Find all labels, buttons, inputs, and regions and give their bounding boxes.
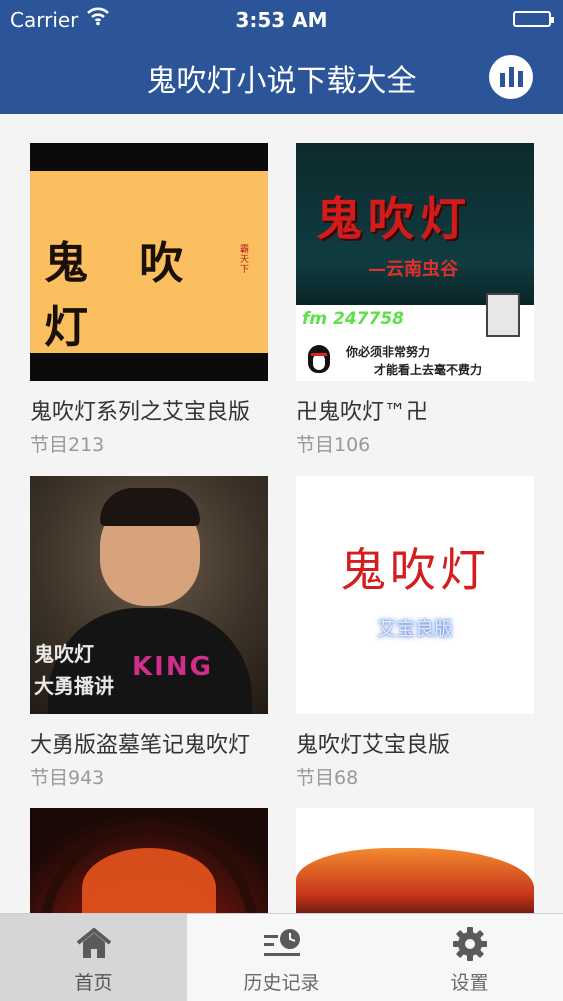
cover-figure-hair <box>100 488 200 526</box>
penguin-icon <box>308 345 330 373</box>
tab-settings[interactable]: 设置 <box>376 914 563 1001</box>
cover-caption-line: 大勇播讲 <box>34 674 114 698</box>
episode-count: 节目213 <box>30 434 105 456</box>
album-title: 鬼吹灯系列之艾宝良版 <box>30 400 251 425</box>
tab-history[interactable]: 历史记录 <box>187 914 376 1001</box>
shirt-text: KING <box>132 652 213 682</box>
album-title: 大勇版盗墓笔记鬼吹灯 <box>30 733 251 758</box>
tab-bar: 首页 历史记录 设置 <box>0 913 563 1001</box>
cover-seal: 霸天下 <box>240 245 250 275</box>
album-card[interactable] <box>30 808 268 913</box>
cover-subtitle: 艾宝良版 <box>376 618 453 640</box>
cover-band <box>30 143 268 171</box>
cover-note-line: 才能看上去毫不费力 <box>374 363 483 377</box>
equalizer-icon <box>499 73 505 87</box>
cover-title: 鬼 吹 灯 <box>44 238 202 353</box>
cover-note-line: 你必须非常努力 <box>346 345 431 359</box>
history-icon <box>262 926 302 962</box>
album-card[interactable] <box>296 808 534 913</box>
cover-title: 鬼吹灯 <box>340 543 490 597</box>
page-title: 鬼吹灯小说下载大全 <box>146 64 417 99</box>
tab-label: 历史记录 <box>243 972 320 994</box>
album-cover[interactable]: 鬼吹灯 艾宝良版 <box>296 476 534 714</box>
now-playing-button[interactable] <box>489 55 533 99</box>
cover-subtitle: —云南虫谷 <box>368 259 458 280</box>
battery-icon <box>513 11 554 27</box>
album-card[interactable]: 鬼 吹 灯 霸天下 鬼吹灯系列之艾宝良版 节目213 <box>30 143 268 457</box>
tab-label: 首页 <box>74 972 113 994</box>
cover-title: 鬼吹灯 <box>316 192 472 246</box>
gear-icon <box>450 926 490 962</box>
album-cover[interactable] <box>30 808 268 913</box>
cover-note: 你必须非常努力 才能看上去毫不费力 <box>346 343 482 379</box>
equalizer-bar <box>517 71 523 87</box>
album-card[interactable]: 鬼吹灯 —云南虫谷 fm 247758 你必须非常努力 才能看上去毫不费力 卍鬼… <box>296 143 534 457</box>
nav-bar: 鬼吹灯小说下载大全 <box>0 40 563 114</box>
album-card[interactable]: 鬼吹灯 艾宝良版 鬼吹灯艾宝良版 节目68 <box>296 476 534 790</box>
tab-label: 设置 <box>450 972 489 994</box>
album-title: 鬼吹灯艾宝良版 <box>296 733 451 758</box>
album-grid[interactable]: 鬼 吹 灯 霸天下 鬼吹灯系列之艾宝良版 节目213 鬼吹灯 —云南虫谷 fm … <box>0 114 563 913</box>
album-title: 卍鬼吹灯™卍 <box>296 400 429 425</box>
album-cover[interactable]: 鬼 吹 灯 霸天下 <box>30 143 268 381</box>
home-icon <box>74 926 114 962</box>
cover-band <box>30 353 268 381</box>
status-bar: Carrier 3:53 AM <box>0 0 563 40</box>
cover-flame <box>296 848 534 913</box>
episode-count: 节目943 <box>30 767 105 789</box>
tab-home[interactable]: 首页 <box>0 914 187 1001</box>
episode-count: 节目68 <box>296 767 359 789</box>
episode-count: 节目106 <box>296 434 371 456</box>
cover-fm-number: fm 247758 <box>302 309 404 329</box>
seal-stamp <box>486 293 520 337</box>
album-cover[interactable]: KING 鬼吹灯 大勇播讲 <box>30 476 268 714</box>
cover-caption: 鬼吹灯 大勇播讲 <box>34 638 114 702</box>
cover-caption-line: 鬼吹灯 <box>34 642 94 666</box>
clock: 3:53 AM <box>235 8 328 32</box>
album-cover[interactable]: 鬼吹灯 —云南虫谷 fm 247758 你必须非常努力 才能看上去毫不费力 <box>296 143 534 381</box>
album-cover[interactable] <box>296 808 534 913</box>
album-card[interactable]: KING 鬼吹灯 大勇播讲 大勇版盗墓笔记鬼吹灯 节目943 <box>30 476 268 790</box>
equalizer-bar <box>508 67 514 87</box>
